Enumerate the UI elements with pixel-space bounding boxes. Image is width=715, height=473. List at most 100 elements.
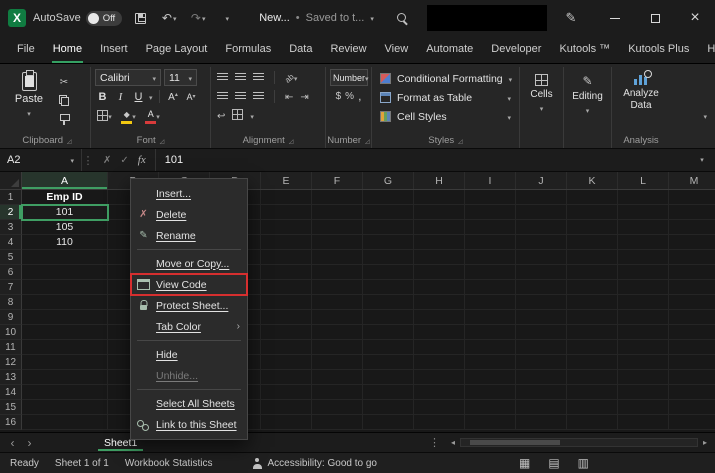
cell-a8[interactable]: [22, 295, 108, 310]
cell-i6[interactable]: [465, 265, 516, 280]
cell-l7[interactable]: [618, 280, 669, 295]
align-center-button[interactable]: [235, 91, 246, 103]
row-header-14[interactable]: 14: [0, 385, 22, 400]
cell-k14[interactable]: [567, 385, 618, 400]
cell-a14[interactable]: [22, 385, 108, 400]
cell-k12[interactable]: [567, 355, 618, 370]
cell-l16[interactable]: [618, 415, 669, 430]
cell-g14[interactable]: [363, 385, 414, 400]
maximize-button[interactable]: [635, 0, 675, 36]
document-title[interactable]: New... Saved to t...: [259, 12, 374, 24]
align-left-button[interactable]: [217, 91, 228, 103]
cell-m14[interactable]: [669, 385, 715, 400]
decrease-indent-button[interactable]: [285, 91, 293, 103]
increase-indent-button[interactable]: [300, 91, 308, 103]
row-header-16[interactable]: 16: [0, 415, 22, 430]
cell-j3[interactable]: [516, 220, 567, 235]
cell-h4[interactable]: [414, 235, 465, 250]
cell-j11[interactable]: [516, 340, 567, 355]
cell-k1[interactable]: [567, 190, 618, 205]
cell-e6[interactable]: [261, 265, 312, 280]
cell-j6[interactable]: [516, 265, 567, 280]
cell-k7[interactable]: [567, 280, 618, 295]
cell-f14[interactable]: [312, 385, 363, 400]
font-color-button[interactable]: [145, 108, 160, 124]
row-header-6[interactable]: 6: [0, 265, 22, 280]
cell-g6[interactable]: [363, 265, 414, 280]
ribbon-tab-page-layout[interactable]: Page Layout: [137, 36, 217, 63]
column-header-j[interactable]: J: [516, 172, 567, 189]
context-menu-item-link-to-this-sheet[interactable]: Link to this Sheet: [131, 414, 247, 435]
cell-e13[interactable]: [261, 370, 312, 385]
format-as-table-button[interactable]: Format as Table: [376, 88, 515, 107]
save-button[interactable]: [129, 5, 151, 31]
cell-i5[interactable]: [465, 250, 516, 265]
cell-m12[interactable]: [669, 355, 715, 370]
cell-i14[interactable]: [465, 385, 516, 400]
cell-j1[interactable]: [516, 190, 567, 205]
cell-f8[interactable]: [312, 295, 363, 310]
cell-k2[interactable]: [567, 205, 618, 220]
wrap-text-button[interactable]: [217, 110, 225, 122]
accounting-format-button[interactable]: [336, 90, 342, 102]
cell-a13[interactable]: [22, 370, 108, 385]
cell-e1[interactable]: [261, 190, 312, 205]
dialog-launcher-icon[interactable]: [67, 135, 72, 146]
cell-g4[interactable]: [363, 235, 414, 250]
context-menu-item-hide[interactable]: Hide: [131, 344, 247, 365]
comma-style-button[interactable]: [358, 89, 361, 103]
cancel-button[interactable]: [103, 154, 111, 166]
cell-j10[interactable]: [516, 325, 567, 340]
minimize-button[interactable]: [595, 0, 635, 36]
ribbon-tab-automate[interactable]: Automate: [417, 36, 482, 63]
horizontal-scrollbar[interactable]: [448, 436, 710, 449]
copy-button[interactable]: [55, 93, 73, 108]
ribbon-tab-help[interactable]: Help: [698, 36, 715, 63]
scroll-right-icon[interactable]: [700, 438, 710, 447]
cell-a16[interactable]: [22, 415, 108, 430]
ribbon-tab-kutools-plus[interactable]: Kutools Plus: [619, 36, 698, 63]
ribbon-tab-home[interactable]: Home: [44, 36, 91, 63]
cell-f9[interactable]: [312, 310, 363, 325]
name-box[interactable]: A2: [0, 149, 82, 171]
cell-a9[interactable]: [22, 310, 108, 325]
orientation-button[interactable]: [285, 72, 298, 84]
cell-h11[interactable]: [414, 340, 465, 355]
autosave-toggle[interactable]: AutoSave Off: [33, 10, 123, 26]
cell-j8[interactable]: [516, 295, 567, 310]
cell-k9[interactable]: [567, 310, 618, 325]
font-name-select[interactable]: Calibri: [95, 69, 161, 86]
cell-e12[interactable]: [261, 355, 312, 370]
paste-button[interactable]: Paste: [8, 68, 50, 127]
row-header-4[interactable]: 4: [0, 235, 22, 250]
cell-m8[interactable]: [669, 295, 715, 310]
dialog-launcher-icon[interactable]: [458, 135, 463, 146]
cell-m1[interactable]: [669, 190, 715, 205]
cell-styles-button[interactable]: Cell Styles: [376, 107, 515, 126]
cell-i16[interactable]: [465, 415, 516, 430]
cell-a15[interactable]: [22, 400, 108, 415]
format-painter-button[interactable]: [55, 112, 73, 127]
column-header-m[interactable]: M: [669, 172, 715, 189]
cell-k5[interactable]: [567, 250, 618, 265]
cell-k10[interactable]: [567, 325, 618, 340]
cell-h15[interactable]: [414, 400, 465, 415]
cell-l1[interactable]: [618, 190, 669, 205]
cell-m9[interactable]: [669, 310, 715, 325]
cell-m5[interactable]: [669, 250, 715, 265]
cell-h9[interactable]: [414, 310, 465, 325]
cell-a7[interactable]: [22, 280, 108, 295]
cell-g13[interactable]: [363, 370, 414, 385]
cell-j13[interactable]: [516, 370, 567, 385]
cell-m11[interactable]: [669, 340, 715, 355]
cell-h14[interactable]: [414, 385, 465, 400]
cell-f5[interactable]: [312, 250, 363, 265]
row-header-3[interactable]: 3: [0, 220, 22, 235]
page-layout-view-icon[interactable]: [548, 456, 559, 470]
cell-f1[interactable]: [312, 190, 363, 205]
cell-e3[interactable]: [261, 220, 312, 235]
formula-bar-handle-icon[interactable]: [82, 149, 94, 171]
next-sheet-button[interactable]: [22, 436, 37, 450]
cell-m3[interactable]: [669, 220, 715, 235]
cell-g1[interactable]: [363, 190, 414, 205]
